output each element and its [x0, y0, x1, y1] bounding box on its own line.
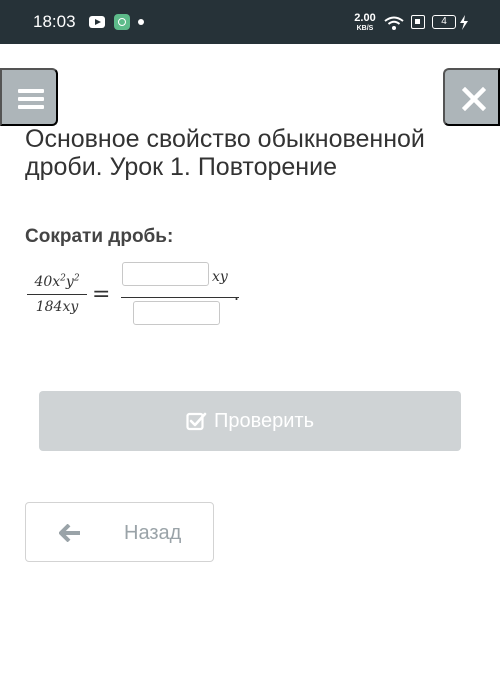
- period: .: [234, 284, 240, 304]
- numerator-x: x: [52, 274, 61, 290]
- numerator-variables: xy: [212, 269, 228, 285]
- app-notification-icon: [114, 14, 130, 30]
- network-speed: 2.00 KB/S: [351, 12, 379, 33]
- screen-record-icon: [411, 15, 425, 29]
- network-speed-unit: KB/S: [356, 25, 374, 32]
- wifi-icon: [384, 16, 404, 30]
- equals-sign: =: [92, 282, 111, 307]
- given-numerator: 40x2y2: [27, 272, 87, 292]
- more-notifications-dot-icon: [138, 19, 144, 25]
- status-time: 18:03: [33, 12, 76, 31]
- task-prompt: Сократи дробь:: [25, 226, 174, 247]
- arrow-left-icon: [59, 524, 80, 542]
- back-button-label: Назад: [124, 522, 182, 544]
- checkbox-checked-icon: [186, 412, 207, 430]
- answer-fraction-bar: [121, 297, 239, 298]
- check-button-label: Проверить: [213, 409, 315, 432]
- back-button[interactable]: Назад: [25, 502, 214, 562]
- check-button[interactable]: Проверить: [39, 391, 461, 451]
- youtube-notification-icon: [89, 16, 105, 28]
- battery-icon: 4: [432, 15, 456, 29]
- given-denominator: 184xy: [35, 299, 79, 315]
- numerator-coefficient: 40: [34, 274, 53, 290]
- network-speed-value: 2.00: [354, 12, 376, 24]
- charging-bolt-icon: [460, 15, 468, 30]
- numerator-y: y: [65, 274, 74, 290]
- lesson-title: Основное свойство обыкновенной дроби. Ур…: [25, 125, 425, 181]
- menu-button[interactable]: [0, 68, 58, 126]
- numerator-input[interactable]: [122, 262, 209, 286]
- given-fraction-bar: [27, 294, 87, 295]
- numerator-y-exponent: 2: [73, 273, 80, 284]
- fraction-equation: 40x2y2 184xy = xy .: [25, 260, 285, 330]
- close-icon: [462, 87, 486, 111]
- denominator-input[interactable]: [133, 301, 220, 325]
- status-bar: 18:03 2.00 KB/S 4: [0, 0, 500, 44]
- close-button[interactable]: [443, 68, 500, 126]
- given-fraction: 40x2y2 184xy: [27, 272, 87, 317]
